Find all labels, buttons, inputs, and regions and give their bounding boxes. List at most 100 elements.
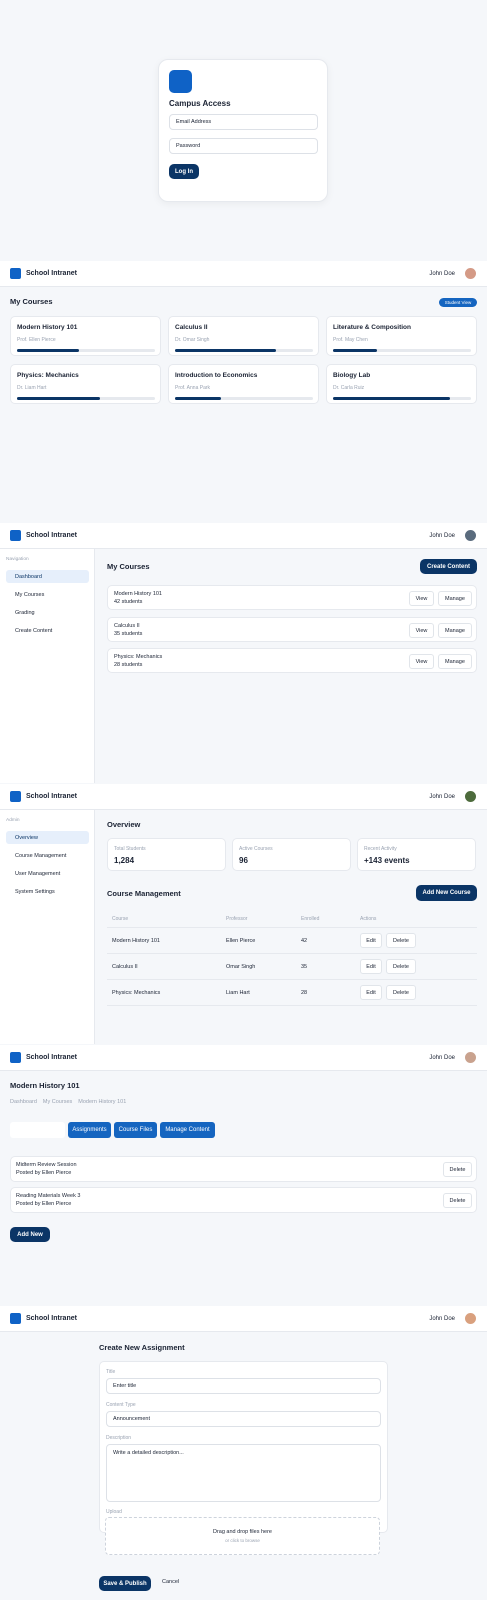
course-professor: Prof. May Chen bbox=[333, 337, 368, 343]
item-title: Reading Materials Week 3 bbox=[16, 1193, 81, 1199]
field-label: Upload bbox=[106, 1509, 122, 1515]
password-field[interactable]: Password bbox=[169, 138, 318, 154]
course-card[interactable]: Biology Lab Dr. Carla Ruiz bbox=[326, 364, 477, 404]
avatar[interactable] bbox=[464, 790, 477, 803]
delete-button[interactable]: Delete bbox=[386, 985, 416, 1000]
course-professor: Prof. Anna Park bbox=[175, 385, 211, 391]
user-name: John Doe bbox=[429, 270, 455, 277]
course-professor: Dr. Liam Hart bbox=[17, 385, 47, 391]
cell-enrolled: 28 bbox=[301, 990, 308, 996]
delete-button[interactable]: Delete bbox=[443, 1162, 472, 1177]
page-title: Modern History 101 bbox=[10, 1081, 80, 1090]
sidebar-item-my-courses[interactable]: My Courses bbox=[6, 588, 89, 601]
course-name: Biology Lab bbox=[333, 372, 371, 379]
brand-name: School Intranet bbox=[26, 532, 77, 539]
field-label: Title bbox=[106, 1369, 116, 1375]
tab-manage-content[interactable]: Manage Content bbox=[160, 1122, 215, 1138]
add-new-button[interactable]: Add New bbox=[10, 1227, 50, 1242]
breadcrumb-item: Modern History 101 bbox=[78, 1099, 127, 1105]
cancel-button[interactable]: Cancel bbox=[162, 1579, 179, 1585]
tab-assignments[interactable]: Assignments bbox=[68, 1122, 111, 1138]
item-author: Posted by Ellen Pierce bbox=[16, 1170, 72, 1176]
item-author: Posted by Ellen Pierce bbox=[16, 1201, 72, 1207]
view-button[interactable]: View bbox=[409, 623, 434, 638]
logo-icon bbox=[10, 1313, 21, 1324]
course-management-title: Course Management bbox=[107, 889, 181, 898]
manage-button[interactable]: Manage bbox=[438, 654, 472, 669]
view-button[interactable]: View bbox=[409, 591, 434, 606]
stat-value: 96 bbox=[239, 856, 248, 865]
login-title: Campus Access bbox=[169, 99, 231, 108]
avatar[interactable] bbox=[464, 1051, 477, 1064]
delete-button[interactable]: Delete bbox=[386, 959, 416, 974]
content-type-select[interactable]: Announcement bbox=[106, 1411, 381, 1427]
sidebar-item-create-content[interactable]: Create Content bbox=[6, 624, 89, 637]
create-content-button[interactable]: Create Content bbox=[420, 559, 477, 574]
edit-button[interactable]: Edit bbox=[360, 985, 382, 1000]
course-card[interactable]: Modern History 101 Prof. Ellen Pierce bbox=[10, 316, 161, 356]
user-name: John Doe bbox=[429, 532, 455, 539]
list-item: Midterm Review Session Posted by Ellen P… bbox=[10, 1156, 477, 1182]
course-card[interactable]: Literature & Composition Prof. May Chen bbox=[326, 316, 477, 356]
list-item: Reading Materials Week 3 Posted by Ellen… bbox=[10, 1187, 477, 1213]
login-button[interactable]: Log In bbox=[169, 164, 199, 179]
description-textarea[interactable]: Write a detailed description... bbox=[106, 1444, 381, 1502]
sidebar-item-grading[interactable]: Grading bbox=[6, 606, 89, 619]
edit-button[interactable]: Edit bbox=[360, 933, 382, 948]
cell-professor: Omar Singh bbox=[226, 964, 256, 970]
sidebar-item-overview[interactable]: Overview bbox=[6, 831, 89, 844]
avatar[interactable] bbox=[464, 267, 477, 280]
top-bar: School Intranet John Doe bbox=[0, 1045, 487, 1071]
sidebar-item-course-management[interactable]: Course Management bbox=[6, 849, 89, 862]
table-row: Physics: Mechanics Liam Hart 28 Edit Del… bbox=[107, 980, 477, 1006]
sidebar: Navigation Dashboard My Courses Grading … bbox=[0, 549, 95, 783]
manage-button[interactable]: Manage bbox=[438, 591, 472, 606]
course-progress bbox=[17, 349, 155, 352]
sidebar-item-dashboard[interactable]: Dashboard bbox=[6, 570, 89, 583]
breadcrumb-item[interactable]: Dashboard bbox=[10, 1099, 37, 1105]
stat-card: Total Students 1,284 bbox=[107, 838, 226, 871]
column-header: Enrolled bbox=[301, 916, 320, 922]
course-card[interactable]: Calculus II Dr. Omar Singh bbox=[168, 316, 319, 356]
cell-course: Modern History 101 bbox=[112, 938, 160, 944]
delete-button[interactable]: Delete bbox=[386, 933, 416, 948]
course-professor: Dr. Omar Singh bbox=[175, 337, 210, 343]
list-item: Calculus II 35 students View Manage bbox=[107, 617, 477, 642]
save-publish-button[interactable]: Save & Publish bbox=[99, 1576, 151, 1591]
sidebar-heading: Navigation bbox=[6, 557, 29, 562]
view-button[interactable]: View bbox=[409, 654, 434, 669]
logo-icon bbox=[10, 1052, 21, 1063]
top-bar: School Intranet John Doe bbox=[0, 523, 487, 549]
top-bar: School Intranet John Doe bbox=[0, 261, 487, 287]
stat-card: Recent Activity +143 events bbox=[357, 838, 476, 871]
manage-button[interactable]: Manage bbox=[438, 623, 472, 638]
sidebar-item-system-settings[interactable]: System Settings bbox=[6, 885, 89, 898]
add-course-button[interactable]: Add New Course bbox=[416, 885, 477, 901]
email-field[interactable]: Email Address bbox=[169, 114, 318, 130]
sidebar-item-user-management[interactable]: User Management bbox=[6, 867, 89, 880]
course-name: Literature & Composition bbox=[333, 324, 412, 331]
course-card[interactable]: Physics: Mechanics Dr. Liam Hart bbox=[10, 364, 161, 404]
overview-title: Overview bbox=[107, 820, 141, 829]
cell-professor: Ellen Pierce bbox=[226, 938, 256, 944]
stat-label: Total Students bbox=[114, 846, 146, 852]
avatar[interactable] bbox=[464, 1312, 477, 1325]
list-item: Modern History 101 42 students View Mana… bbox=[107, 585, 477, 610]
column-header: Course bbox=[112, 916, 129, 922]
title-input[interactable]: Enter title bbox=[106, 1378, 381, 1394]
login-card: Campus Access Email Address Password Log… bbox=[158, 59, 328, 202]
upload-subtext: or click to browse bbox=[225, 1538, 260, 1543]
avatar[interactable] bbox=[464, 529, 477, 542]
upload-dropzone[interactable]: Drag and drop files here or click to bro… bbox=[105, 1517, 380, 1555]
course-card[interactable]: Introduction to Economics Prof. Anna Par… bbox=[168, 364, 319, 404]
tab-blank bbox=[10, 1122, 65, 1138]
tab-course-files[interactable]: Course Files bbox=[114, 1122, 157, 1138]
breadcrumb-item[interactable]: My Courses bbox=[43, 1099, 72, 1105]
item-title: Midterm Review Session bbox=[16, 1162, 77, 1168]
create-form: Title Enter title Content Type Announcem… bbox=[99, 1361, 388, 1533]
edit-button[interactable]: Edit bbox=[360, 959, 382, 974]
page-title: Create New Assignment bbox=[99, 1343, 185, 1352]
column-header: Actions bbox=[360, 916, 377, 922]
delete-button[interactable]: Delete bbox=[443, 1193, 472, 1208]
student-count: 42 students bbox=[114, 599, 143, 605]
